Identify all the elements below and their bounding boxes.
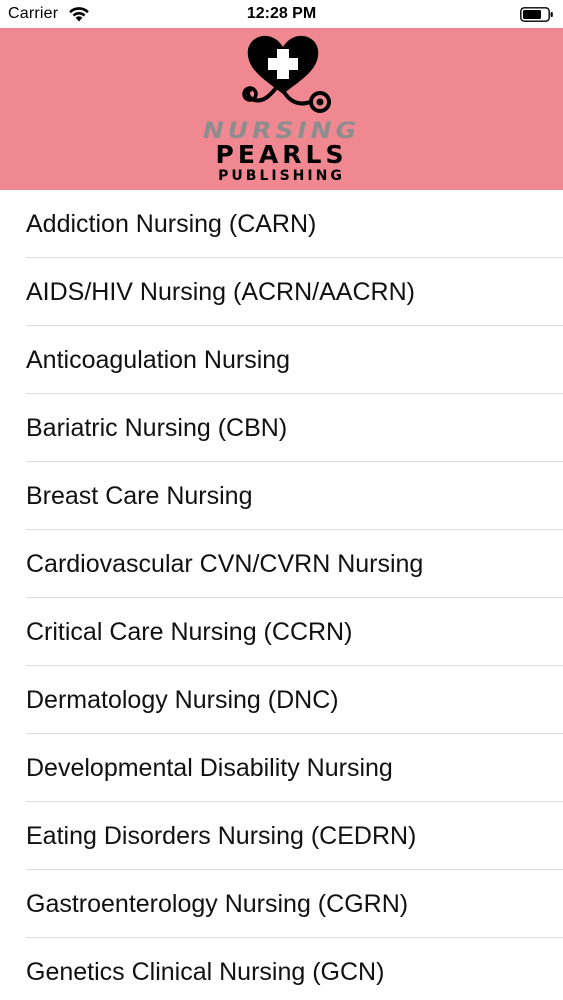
specialty-list: Addiction Nursing (CARN) AIDS/HIV Nursin… [0, 190, 563, 1000]
list-item[interactable]: Developmental Disability Nursing [0, 734, 563, 802]
list-item[interactable]: Genetics Clinical Nursing (GCN) [0, 938, 563, 1000]
list-item[interactable]: Eating Disorders Nursing (CEDRN) [0, 802, 563, 870]
list-item[interactable]: Gastroenterology Nursing (CGRN) [0, 870, 563, 938]
list-item[interactable]: Anticoagulation Nursing [0, 326, 563, 394]
list-item-label: Bariatric Nursing (CBN) [26, 414, 288, 442]
header-banner: NURSING PEARLS PUBLISHING [0, 28, 563, 190]
status-bar: Carrier 12:28 PM [0, 0, 563, 28]
logo-text-publishing: PUBLISHING [218, 168, 345, 184]
list-item-label: Breast Care Nursing [26, 482, 253, 510]
heart-stethoscope-icon [242, 35, 331, 113]
list-item[interactable]: Critical Care Nursing (CCRN) [0, 598, 563, 666]
status-time: 12:28 PM [246, 5, 317, 22]
list-item-label: Addiction Nursing (CARN) [26, 210, 317, 238]
list-item-label: Eating Disorders Nursing (CEDRN) [26, 822, 417, 850]
list-item-label: Anticoagulation Nursing [26, 346, 291, 374]
list-item[interactable]: Breast Care Nursing [0, 462, 563, 530]
list-item-label: Critical Care Nursing (CCRN) [26, 618, 353, 646]
list-item[interactable]: Addiction Nursing (CARN) [0, 190, 563, 258]
list-item[interactable]: Bariatric Nursing (CBN) [0, 394, 563, 462]
logo-text-pearls: PEARLS [215, 140, 348, 169]
list-item-label: AIDS/HIV Nursing (ACRN/AACRN) [26, 278, 415, 306]
list-item[interactable]: Dermatology Nursing (DNC) [0, 666, 563, 734]
list-item-label: Dermatology Nursing (DNC) [26, 686, 339, 714]
list-item[interactable]: AIDS/HIV Nursing (ACRN/AACRN) [0, 258, 563, 326]
list-item-label: Gastroenterology Nursing (CGRN) [26, 890, 409, 918]
app-screen: Carrier 12:28 PM NURSING PEARLS PUBLISHI… [0, 0, 563, 1000]
list-item-label: Developmental Disability Nursing [26, 754, 393, 782]
list-item-label: Genetics Clinical Nursing (GCN) [26, 958, 385, 986]
list-item[interactable]: Cardiovascular CVN/CVRN Nursing [0, 530, 563, 598]
list-item-label: Cardiovascular CVN/CVRN Nursing [26, 550, 424, 578]
battery-icon [520, 7, 553, 22]
